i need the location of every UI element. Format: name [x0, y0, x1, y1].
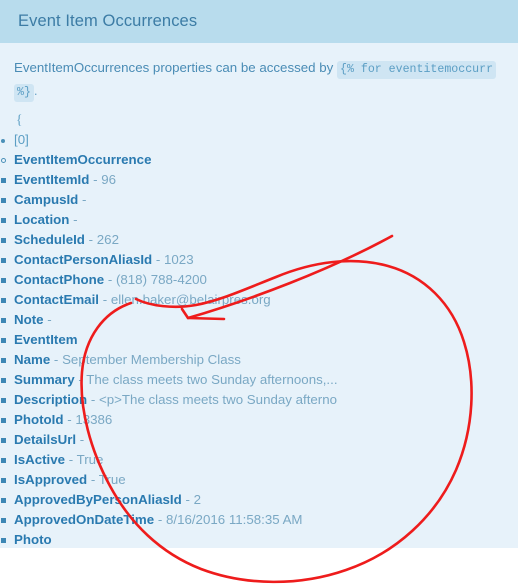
field-value: (818) 788-4200 [115, 272, 207, 287]
liquid-code-snippet-line1: {% for eventitemoccurr [336, 61, 497, 79]
field-key: Location [14, 212, 70, 227]
field-separator: - [157, 512, 163, 527]
node-label-event-item: EventItem [14, 332, 78, 347]
field-separator: - [47, 312, 52, 327]
list-item: IsActive - True [1, 450, 518, 470]
list-item: ContactPhone - (818) 788-4200 [1, 270, 518, 290]
list-item: Photo [1, 530, 518, 548]
tree-item-event-item-occurrence: EventItemOccurrence EventItemId - 96 Cam… [1, 150, 518, 548]
list-item: Summary - The class meets two Sunday aft… [1, 370, 518, 390]
field-separator: - [68, 452, 74, 467]
list-item: ApprovedByPersonAliasId - 2 [1, 490, 518, 510]
field-value: 1023 [164, 252, 194, 267]
tree-item-event-item: EventItem Name - September Membership Cl… [1, 330, 518, 548]
field-separator: - [73, 212, 78, 227]
field-value: True [76, 452, 104, 467]
field-key: ContactPersonAliasId [14, 252, 153, 267]
list-item: Location - [1, 210, 518, 230]
list-item: EventItemId - 96 [1, 170, 518, 190]
field-key: CampusId [14, 192, 79, 207]
field-key: ContactPhone [14, 272, 105, 287]
field-key: PhotoId [14, 412, 64, 427]
panel-header: Event Item Occurrences [0, 0, 518, 43]
list-item: CampusId - [1, 190, 518, 210]
field-separator: - [102, 292, 108, 307]
list-item: Description - <p>The class meets two Sun… [1, 390, 518, 410]
field-separator: - [155, 252, 161, 267]
field-separator: - [67, 412, 72, 427]
list-item: IsApproved - True [1, 470, 518, 490]
field-value: <p>The class meets two Sunday afterno [99, 392, 337, 407]
field-value: The class meets two Sunday afternoons,..… [86, 372, 338, 387]
list-item: DetailsUrl - [1, 430, 518, 450]
json-open-brace: { [16, 112, 23, 127]
field-separator: - [81, 192, 87, 207]
field-key: ApprovedOnDateTime [14, 512, 155, 527]
field-key: EventItemId [14, 172, 90, 187]
field-key: Description [14, 392, 88, 407]
field-value: 13386 [75, 412, 113, 427]
field-value: True [98, 472, 126, 487]
field-key: ContactEmail [14, 292, 99, 307]
event-item-field-list: Name - September Membership Class Summar… [1, 350, 518, 548]
index-label: [0] [14, 132, 29, 147]
field-value: ellen.baker@belairpres.org [110, 292, 271, 307]
list-item: Note - [1, 310, 518, 330]
list-item: Name - September Membership Class [1, 350, 518, 370]
field-value: 96 [101, 172, 117, 187]
event-item-occurrences-panel: Event Item Occurrences EventItemOccurren… [0, 0, 518, 548]
field-key: Note [14, 312, 44, 327]
occurrence-field-list: EventItemId - 96 CampusId - Location - S… [1, 170, 518, 548]
field-value: 2 [193, 492, 201, 507]
node-label-event-item-occurrence: EventItemOccurrence [14, 152, 152, 167]
intro-line-2: %}. [14, 80, 518, 103]
intro-paragraph: EventItemOccurrences properties can be a… [14, 57, 518, 103]
field-separator: - [53, 352, 59, 367]
field-value: 262 [96, 232, 119, 247]
json-tree-root: [0] EventItemOccurrence EventItemId - 96… [1, 130, 518, 548]
field-key: ScheduleId [14, 232, 85, 247]
field-value: 8/16/2016 11:58:35 AM [165, 512, 303, 527]
field-value: September Membership Class [62, 352, 241, 367]
list-item: ContactEmail - ellen.baker@belairpres.or… [1, 290, 518, 310]
field-separator: - [90, 392, 96, 407]
panel-body: EventItemOccurrences properties can be a… [0, 43, 518, 548]
page-title: Event Item Occurrences [18, 12, 198, 30]
list-item: ContactPersonAliasId - 1023 [1, 250, 518, 270]
field-key: DetailsUrl [14, 432, 77, 447]
intro-period: . [33, 83, 38, 98]
field-key: Name [14, 352, 51, 367]
field-separator: - [79, 432, 85, 447]
field-key: Summary [14, 372, 75, 387]
field-key: ApprovedByPersonAliasId [14, 492, 182, 507]
liquid-code-snippet-line2: %} [14, 84, 34, 102]
tree-item-index: [0] EventItemOccurrence EventItemId - 96… [1, 130, 518, 548]
field-key: IsApproved [14, 472, 88, 487]
list-item: ScheduleId - 262 [1, 230, 518, 250]
list-item: ApprovedOnDateTime - 8/16/2016 11:58:35 … [1, 510, 518, 530]
field-key: Photo [14, 532, 52, 547]
field-separator: - [78, 372, 83, 387]
field-separator: - [107, 272, 113, 287]
field-key: IsActive [14, 452, 65, 467]
intro-text: EventItemOccurrences properties can be a… [14, 60, 334, 75]
list-item: PhotoId - 13386 [1, 410, 518, 430]
field-separator: - [93, 172, 98, 187]
field-separator: - [88, 232, 94, 247]
json-tree-level-2: EventItemOccurrence EventItemId - 96 Cam… [1, 150, 518, 548]
field-separator: - [90, 472, 96, 487]
field-separator: - [185, 492, 190, 507]
